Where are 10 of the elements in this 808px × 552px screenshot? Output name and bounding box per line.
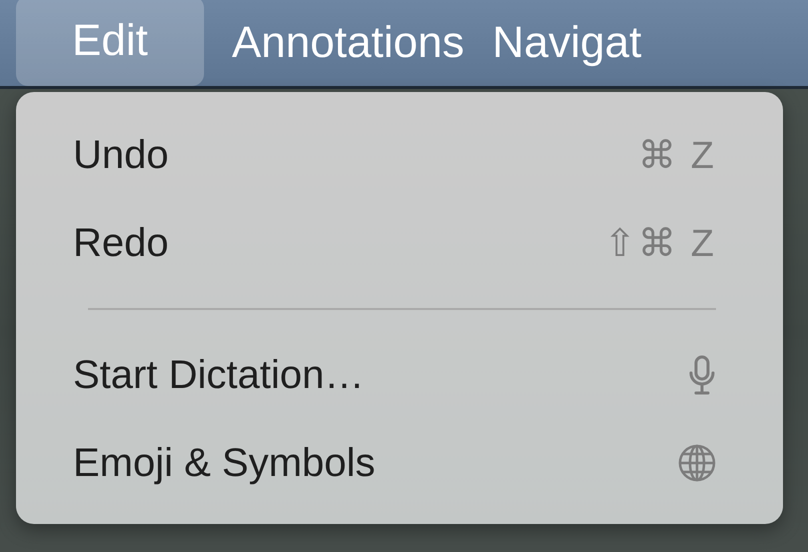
globe-icon xyxy=(678,444,716,482)
menu-bar-item[interactable]: Navigat xyxy=(492,0,642,86)
menu-item[interactable]: Redo xyxy=(73,220,169,266)
keyboard-shortcut: ⇧⌘ Z xyxy=(604,222,716,266)
microphone-icon xyxy=(688,355,716,395)
menu-item[interactable]: Start Dictation… xyxy=(73,352,364,398)
menu-bar-item[interactable]: Annotations xyxy=(232,0,464,86)
menu-item[interactable]: Undo xyxy=(73,132,169,178)
keyboard-shortcut: ⌘ Z xyxy=(638,134,716,178)
menu-item[interactable]: Emoji & Symbols xyxy=(73,440,376,486)
